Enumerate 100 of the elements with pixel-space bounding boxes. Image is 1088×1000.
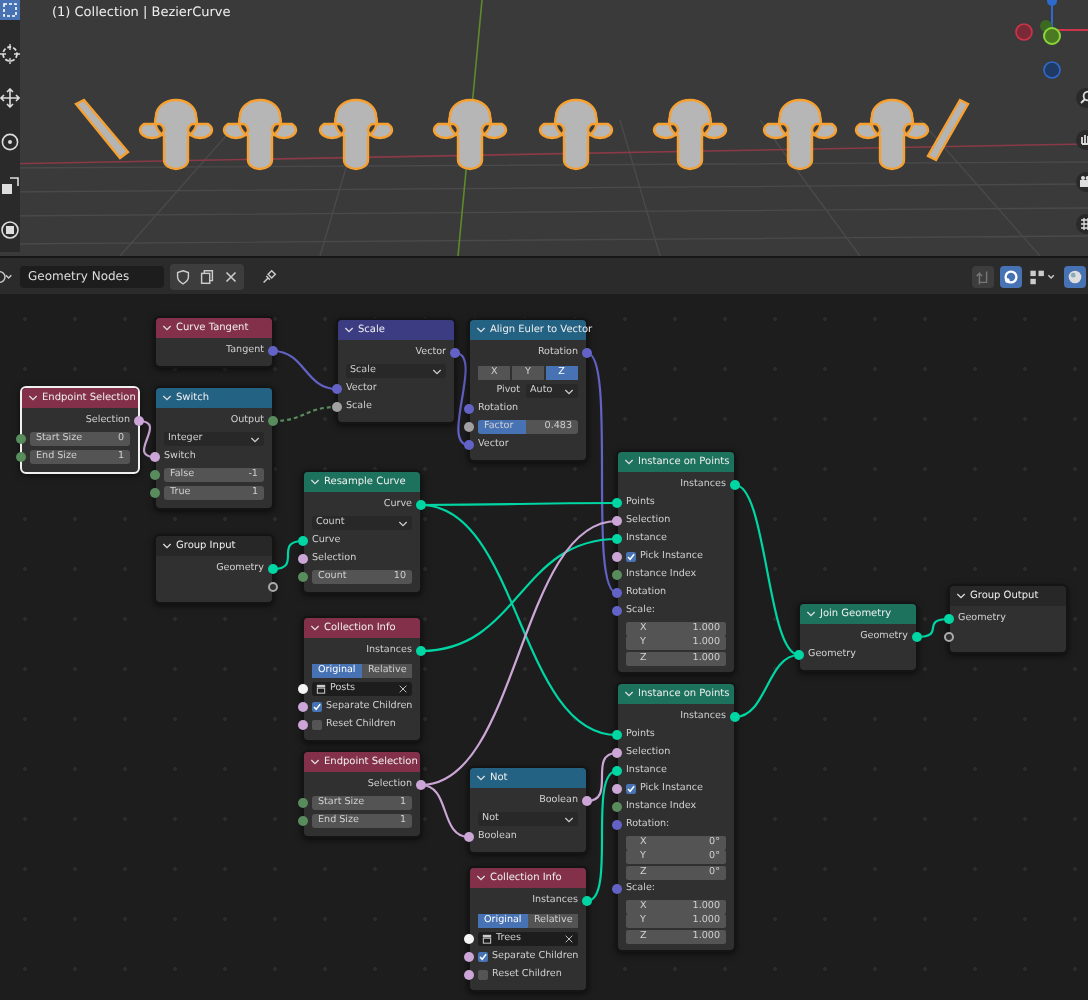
chevron-icon <box>250 435 260 443</box>
node-socket[interactable] <box>612 766 622 776</box>
node-socket[interactable] <box>332 402 342 412</box>
node-socket[interactable] <box>134 416 144 426</box>
node-socket[interactable] <box>582 796 592 806</box>
node-socket[interactable] <box>612 802 622 812</box>
checkbox[interactable] <box>478 970 488 980</box>
overlay-icon[interactable] <box>1028 267 1058 285</box>
copy-icon[interactable] <box>198 267 216 285</box>
node-socket[interactable] <box>464 422 474 432</box>
node-socket[interactable] <box>464 970 474 980</box>
node-socket[interactable] <box>298 816 308 826</box>
node-socket[interactable] <box>268 346 278 356</box>
node-socket[interactable] <box>298 798 308 808</box>
node-socket[interactable] <box>464 934 474 944</box>
node-socket[interactable] <box>150 488 160 498</box>
chevron-icon[interactable] <box>162 324 172 332</box>
node-socket[interactable] <box>612 884 622 894</box>
node-socket[interactable] <box>944 614 954 624</box>
move-icon[interactable] <box>0 88 20 108</box>
node-socket[interactable] <box>612 748 622 758</box>
node-socket[interactable] <box>582 348 592 358</box>
chevron-icon[interactable] <box>476 326 486 334</box>
chevron-icon <box>564 387 574 395</box>
node-socket[interactable] <box>464 440 474 450</box>
pin-icon[interactable] <box>260 267 278 285</box>
node-socket[interactable] <box>464 952 474 962</box>
chevron-icon[interactable] <box>162 394 172 402</box>
node-socket[interactable] <box>612 498 622 508</box>
parent-node-icon[interactable] <box>972 265 994 287</box>
node-socket[interactable] <box>450 348 460 358</box>
chevron-icon[interactable] <box>310 758 320 766</box>
chevron-icon[interactable] <box>476 874 486 882</box>
node-socket[interactable] <box>612 534 622 544</box>
cursor-icon[interactable] <box>0 44 20 64</box>
shield-icon[interactable] <box>174 267 192 285</box>
checkbox[interactable] <box>626 784 636 794</box>
node-socket[interactable] <box>416 500 426 510</box>
chevron-icon[interactable] <box>162 542 172 550</box>
node-socket[interactable] <box>298 684 308 694</box>
node-socket[interactable] <box>612 784 622 794</box>
node-socket[interactable] <box>612 820 622 830</box>
transform-icon[interactable] <box>0 220 20 240</box>
node-socket[interactable] <box>612 588 622 598</box>
chevron-icon[interactable] <box>28 394 38 402</box>
chevron-icon[interactable] <box>344 326 354 334</box>
node-socket[interactable] <box>268 582 278 592</box>
node-socket[interactable] <box>298 720 308 730</box>
node-socket[interactable] <box>582 896 592 906</box>
close-icon[interactable] <box>222 267 240 285</box>
chevron-icon[interactable] <box>310 624 320 632</box>
node-socket[interactable] <box>298 702 308 712</box>
node-socket[interactable] <box>150 470 160 480</box>
node-link <box>454 351 470 447</box>
node-socket[interactable] <box>730 712 740 722</box>
node-socket[interactable] <box>16 452 26 462</box>
node-socket[interactable] <box>268 564 278 574</box>
collection-icon <box>316 684 326 694</box>
node-socket[interactable] <box>612 570 622 580</box>
node-socket[interactable] <box>268 416 278 426</box>
node-socket[interactable] <box>464 404 474 414</box>
clear-icon[interactable] <box>564 934 574 944</box>
node-socket[interactable] <box>332 384 342 394</box>
node-socket[interactable] <box>612 516 622 526</box>
node-socket[interactable] <box>612 606 622 616</box>
chevron-icon <box>564 815 574 823</box>
node-link <box>272 349 338 391</box>
clear-icon[interactable] <box>398 684 408 694</box>
rotate-icon[interactable] <box>0 132 20 152</box>
node-socket[interactable] <box>150 452 160 462</box>
node-link <box>272 539 304 571</box>
node-socket[interactable] <box>612 730 622 740</box>
snap-icon[interactable] <box>1000 265 1022 287</box>
node-socket[interactable] <box>416 780 426 790</box>
chevron-icon[interactable] <box>476 774 486 782</box>
node-socket[interactable] <box>730 480 740 490</box>
editor-type-icon[interactable] <box>0 267 14 285</box>
node-socket[interactable] <box>298 572 308 582</box>
node-socket[interactable] <box>16 434 26 444</box>
checkbox[interactable] <box>478 952 488 962</box>
chevron-icon[interactable] <box>956 592 966 600</box>
node-socket[interactable] <box>298 536 308 546</box>
collection-icon <box>482 934 492 944</box>
chevron-icon <box>432 367 442 375</box>
node-socket[interactable] <box>416 646 426 656</box>
checkbox[interactable] <box>312 702 322 712</box>
sphere-icon[interactable] <box>1064 265 1086 287</box>
checkbox[interactable] <box>312 720 322 730</box>
node-socket[interactable] <box>298 554 308 564</box>
node-socket[interactable] <box>944 632 954 642</box>
checkbox[interactable] <box>626 552 636 562</box>
chevron-icon <box>398 519 408 527</box>
node-socket[interactable] <box>612 552 622 562</box>
node-socket[interactable] <box>912 632 922 642</box>
node-socket[interactable] <box>464 832 474 842</box>
node-socket[interactable] <box>794 650 804 660</box>
select-box-icon[interactable] <box>0 0 20 20</box>
scale-icon[interactable] <box>0 176 20 196</box>
node-link <box>138 419 156 459</box>
node-link <box>916 617 950 639</box>
